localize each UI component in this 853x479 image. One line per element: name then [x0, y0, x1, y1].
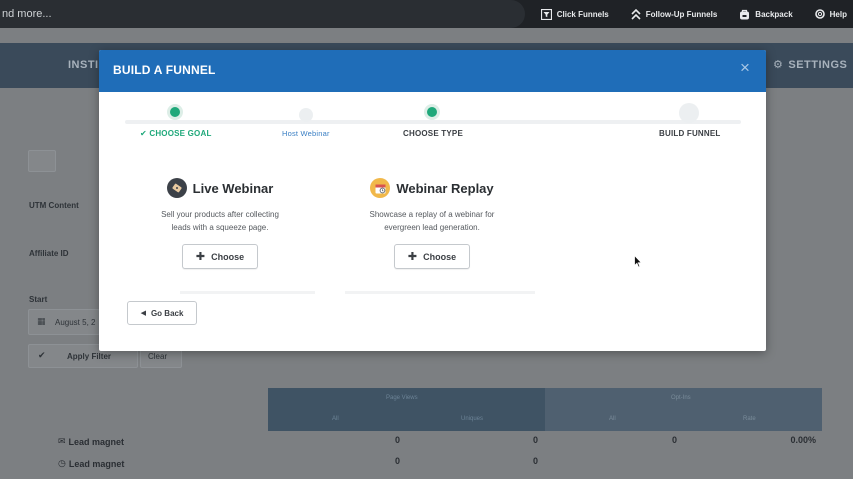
step-dot-build-funnel [679, 103, 699, 123]
close-icon[interactable]: × [736, 59, 754, 77]
step-dot-host-webinar [299, 108, 313, 122]
nav-tab-settings-label: SETTINGS [788, 58, 848, 71]
step-host-webinar: Host Webinar [282, 129, 330, 138]
step-label-text: BUILD FUNNEL [659, 129, 721, 138]
stat-cell: 0 [394, 456, 400, 466]
search-text: nd more... [2, 8, 52, 20]
option-title: Webinar Replay [337, 178, 527, 198]
stat-cell: 0 [671, 435, 677, 445]
option-desc-line: Sell your products after collecting [161, 210, 279, 219]
go-back-button[interactable]: ◀ Go Back [127, 301, 197, 325]
step-dot-choose-goal [167, 104, 183, 120]
go-back-label: Go Back [150, 308, 184, 318]
option-title-text: Webinar Replay [396, 180, 494, 196]
start-date-field[interactable]: ▦ August 5, 2 [28, 309, 100, 335]
option-live-webinar: Live Webinar Sell your products after co… [125, 178, 315, 296]
top-link-label: Help [829, 9, 847, 19]
choose-label: Choose [423, 251, 457, 262]
stats-table: Page Views All Uniques Opt-Ins All Rate … [268, 388, 822, 479]
clear-label: Clear [148, 352, 168, 361]
option-description: Showcase a replay of a webinar for everg… [337, 209, 527, 234]
webinar-ticket-icon [166, 178, 187, 198]
top-links: Click Funnels Follow-Up Funnels Backpack… [540, 0, 847, 28]
gear-icon: ⚙ [773, 59, 784, 71]
start-label: Start [29, 295, 48, 304]
top-bar: nd more... Click Funnels Follow-Up Funne… [0, 0, 853, 28]
step-dot-choose-type [424, 104, 440, 120]
table-row: 0 0 [268, 456, 822, 478]
stats-sub-all: All [332, 416, 339, 422]
stat-cell: 0 [394, 435, 400, 445]
option-title-text: Live Webinar [192, 180, 274, 196]
option-divider [345, 291, 535, 294]
top-link-help[interactable]: Help [814, 9, 847, 19]
backpack-icon [740, 9, 750, 19]
table-row: 0 0 0 0.00% [268, 435, 822, 457]
option-desc-line: leads with a squeeze page. [171, 222, 269, 232]
stats-header-optins: Opt-Ins All Rate [545, 388, 822, 431]
lead-magnet-row-label[interactable]: ◷ Lead magnet [58, 458, 124, 469]
top-link-click-funnels[interactable]: Click Funnels [540, 8, 609, 20]
row-label-text: Lead magnet [68, 436, 125, 447]
nav-tab-settings[interactable]: ⚙ SETTINGS [773, 58, 848, 72]
choose-live-webinar-button[interactable]: ✚ Choose [182, 244, 258, 269]
step-choose-goal: ✔ CHOOSE GOAL [140, 129, 212, 138]
row-label-text: Lead magnet [68, 458, 125, 469]
calendar-icon: ▦ [37, 316, 46, 326]
modal-header: BUILD A FUNNEL × [99, 50, 766, 92]
stat-cell: 0 [532, 435, 538, 445]
plus-icon: ✚ [407, 251, 418, 263]
caret-left-icon: ◀ [140, 310, 146, 317]
top-link-backpack[interactable]: Backpack [739, 9, 793, 20]
search-bar[interactable]: nd more... [0, 0, 525, 28]
stats-head-opt-ins: Opt-Ins [671, 395, 691, 401]
option-title: Live Webinar [125, 178, 315, 198]
choose-webinar-replay-button[interactable]: ✚ Choose [394, 244, 470, 269]
lifebuoy-icon [814, 9, 825, 19]
calendar-replay-icon [370, 178, 391, 198]
step-build-funnel: BUILD FUNNEL [659, 129, 721, 138]
steps-progress-line [125, 120, 741, 124]
step-label-text: Host Webinar [282, 129, 330, 138]
mouse-cursor-icon [634, 255, 642, 268]
lead-magnet-row-label[interactable]: ✉ Lead magnet [58, 436, 124, 447]
top-link-label: Backpack [755, 9, 793, 19]
stats-sub-rate: Rate [743, 416, 756, 422]
check-icon: ✔ [140, 129, 147, 138]
stat-cell: 0 [532, 456, 538, 466]
option-description: Sell your products after collecting lead… [125, 209, 315, 234]
modal-title: BUILD A FUNNEL [113, 63, 216, 77]
stats-sub-all-2: All [609, 416, 616, 422]
start-date-value: August 5, 2 [55, 318, 96, 327]
top-link-label: Follow-Up Funnels [645, 9, 718, 19]
option-desc-line: evergreen lead generation. [384, 222, 480, 232]
stats-sub-uniques: Uniques [461, 416, 484, 422]
top-link-follow-up-funnels[interactable]: Follow-Up Funnels [631, 8, 718, 20]
option-desc-line: Showcase a replay of a webinar for [369, 210, 495, 219]
step-choose-type: CHOOSE TYPE [403, 129, 463, 138]
top-link-label: Click Funnels [556, 9, 609, 19]
build-funnel-modal: BUILD A FUNNEL × ✔ CHOOSE GOAL Host Webi… [99, 50, 766, 351]
chevrons-up-icon [631, 8, 641, 20]
funnel-icon [540, 8, 552, 20]
option-divider [180, 291, 315, 294]
filter-icon-button[interactable] [28, 150, 56, 172]
affiliate-id-label: Affiliate ID [29, 249, 69, 258]
utm-content-label: UTM Content [29, 201, 79, 210]
step-label-text: CHOOSE TYPE [403, 129, 463, 138]
plus-icon: ✚ [195, 251, 206, 263]
choose-label: Choose [211, 251, 245, 262]
check-icon: ✔ [38, 350, 46, 360]
stats-head-page-views: Page Views [386, 395, 418, 401]
apply-filter-label: Apply Filter [67, 352, 112, 361]
option-webinar-replay: Webinar Replay Showcase a replay of a we… [337, 178, 535, 296]
clock-icon: ◷ [58, 458, 66, 468]
stat-cell: 0.00% [790, 435, 816, 445]
step-label-text: CHOOSE GOAL [149, 129, 212, 138]
envelope-icon: ✉ [58, 436, 66, 446]
nav-tab-partial[interactable]: INSTI [68, 59, 99, 71]
